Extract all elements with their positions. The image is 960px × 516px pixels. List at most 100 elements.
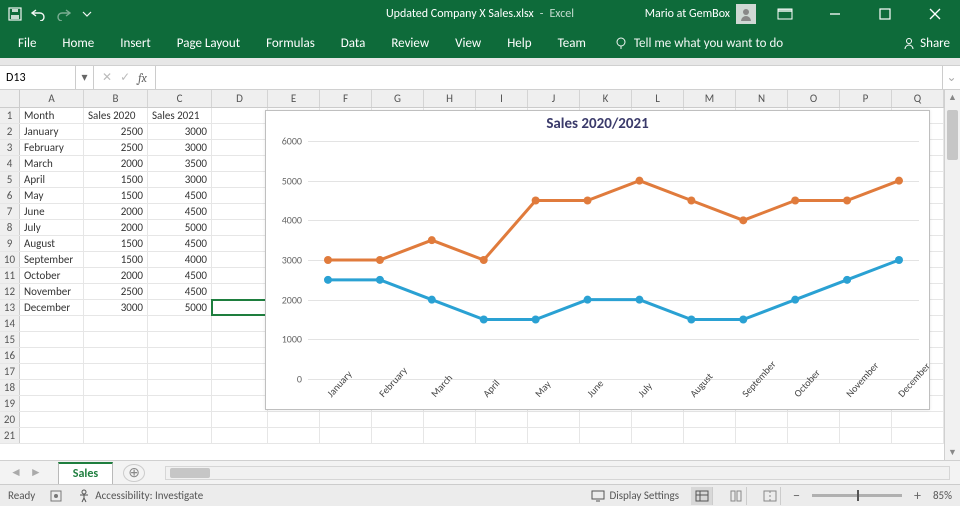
cell-J20[interactable] bbox=[528, 412, 580, 427]
close-icon[interactable] bbox=[914, 0, 956, 28]
hscroll-thumb[interactable] bbox=[170, 468, 210, 478]
cell-C2[interactable]: 3000 bbox=[148, 124, 212, 139]
zoom-slider[interactable] bbox=[812, 494, 902, 497]
cell-A15[interactable] bbox=[20, 332, 84, 347]
user-account[interactable]: Mario at GemBox bbox=[645, 4, 756, 24]
col-header-O[interactable]: O bbox=[788, 90, 840, 107]
row-header-20[interactable]: 20 bbox=[0, 412, 20, 427]
cell-A6[interactable]: May bbox=[20, 188, 84, 203]
cell-D16[interactable] bbox=[212, 348, 268, 363]
cell-A3[interactable]: February bbox=[20, 140, 84, 155]
row-header-8[interactable]: 8 bbox=[0, 220, 20, 235]
cell-D5[interactable] bbox=[212, 172, 268, 187]
col-header-Q[interactable]: Q bbox=[892, 90, 944, 107]
cell-C11[interactable]: 4500 bbox=[148, 268, 212, 283]
cell-B6[interactable]: 1500 bbox=[84, 188, 148, 203]
row-header-2[interactable]: 2 bbox=[0, 124, 20, 139]
redo-icon[interactable] bbox=[54, 5, 72, 23]
cell-K20[interactable] bbox=[580, 412, 632, 427]
sheet-tab-active[interactable]: Sales bbox=[58, 462, 113, 484]
undo-icon[interactable] bbox=[30, 5, 48, 23]
scroll-down-icon[interactable]: ▼ bbox=[945, 447, 960, 458]
cell-B16[interactable] bbox=[84, 348, 148, 363]
row-header-14[interactable]: 14 bbox=[0, 316, 20, 331]
fx-icon[interactable]: fx bbox=[138, 71, 147, 85]
page-layout-view-icon[interactable] bbox=[725, 487, 747, 505]
row-header-6[interactable]: 6 bbox=[0, 188, 20, 203]
cell-C8[interactable]: 5000 bbox=[148, 220, 212, 235]
row-header-12[interactable]: 12 bbox=[0, 284, 20, 299]
cell-D4[interactable] bbox=[212, 156, 268, 171]
cell-D10[interactable] bbox=[212, 252, 268, 267]
cell-B21[interactable] bbox=[84, 428, 148, 443]
tab-file[interactable]: File bbox=[10, 32, 44, 55]
chart-object[interactable]: Sales 2020/2021 010002000300040005000600… bbox=[265, 110, 930, 410]
cell-D1[interactable] bbox=[212, 108, 268, 123]
cell-C15[interactable] bbox=[148, 332, 212, 347]
col-header-E[interactable]: E bbox=[268, 90, 320, 107]
tab-page-layout[interactable]: Page Layout bbox=[169, 32, 248, 55]
cell-A9[interactable]: August bbox=[20, 236, 84, 251]
cell-D11[interactable] bbox=[212, 268, 268, 283]
cell-C14[interactable] bbox=[148, 316, 212, 331]
cell-D14[interactable] bbox=[212, 316, 268, 331]
col-header-A[interactable]: A bbox=[20, 90, 84, 107]
cell-C3[interactable]: 3000 bbox=[148, 140, 212, 155]
cell-D18[interactable] bbox=[212, 380, 268, 395]
row-header-4[interactable]: 4 bbox=[0, 156, 20, 171]
name-box-input[interactable] bbox=[0, 66, 75, 89]
col-header-G[interactable]: G bbox=[372, 90, 424, 107]
cell-B9[interactable]: 1500 bbox=[84, 236, 148, 251]
cell-B19[interactable] bbox=[84, 396, 148, 411]
cell-O20[interactable] bbox=[788, 412, 840, 427]
cell-C21[interactable] bbox=[148, 428, 212, 443]
cell-B7[interactable]: 2000 bbox=[84, 204, 148, 219]
cell-B5[interactable]: 1500 bbox=[84, 172, 148, 187]
share-button[interactable]: Share bbox=[902, 36, 950, 51]
macro-record-icon[interactable] bbox=[49, 489, 63, 503]
zoom-in-icon[interactable]: + bbox=[914, 487, 921, 504]
tab-team[interactable]: Team bbox=[550, 32, 594, 55]
cell-A4[interactable]: March bbox=[20, 156, 84, 171]
cell-B3[interactable]: 2500 bbox=[84, 140, 148, 155]
zoom-handle[interactable] bbox=[857, 490, 859, 501]
cell-D9[interactable] bbox=[212, 236, 268, 251]
row-header-10[interactable]: 10 bbox=[0, 252, 20, 267]
row-header-21[interactable]: 21 bbox=[0, 428, 20, 443]
select-all-cell[interactable] bbox=[0, 90, 20, 107]
ribbon-display-options-icon[interactable] bbox=[764, 0, 806, 28]
cell-A7[interactable]: June bbox=[20, 204, 84, 219]
cell-A11[interactable]: October bbox=[20, 268, 84, 283]
cell-C7[interactable]: 4500 bbox=[148, 204, 212, 219]
col-header-N[interactable]: N bbox=[736, 90, 788, 107]
col-header-K[interactable]: K bbox=[580, 90, 632, 107]
cell-C1[interactable]: Sales 2021 bbox=[148, 108, 212, 123]
zoom-level[interactable]: 85% bbox=[933, 489, 952, 502]
col-header-D[interactable]: D bbox=[212, 90, 268, 107]
enter-icon[interactable]: ✓ bbox=[120, 70, 130, 85]
cell-N21[interactable] bbox=[736, 428, 788, 443]
cell-L21[interactable] bbox=[632, 428, 684, 443]
col-header-I[interactable]: I bbox=[476, 90, 528, 107]
cell-I20[interactable] bbox=[476, 412, 528, 427]
cell-C20[interactable] bbox=[148, 412, 212, 427]
cell-A8[interactable]: July bbox=[20, 220, 84, 235]
cell-D3[interactable] bbox=[212, 140, 268, 155]
cell-B10[interactable]: 1500 bbox=[84, 252, 148, 267]
cell-A20[interactable] bbox=[20, 412, 84, 427]
cell-A21[interactable] bbox=[20, 428, 84, 443]
col-header-P[interactable]: P bbox=[840, 90, 892, 107]
cell-G21[interactable] bbox=[372, 428, 424, 443]
cell-P21[interactable] bbox=[840, 428, 892, 443]
cell-I21[interactable] bbox=[476, 428, 528, 443]
cell-N20[interactable] bbox=[736, 412, 788, 427]
row-header-7[interactable]: 7 bbox=[0, 204, 20, 219]
row-header-11[interactable]: 11 bbox=[0, 268, 20, 283]
name-box-dropdown-icon[interactable]: ▾ bbox=[76, 66, 94, 89]
tell-me-search[interactable]: Tell me what you want to do bbox=[614, 36, 783, 51]
scroll-up-icon[interactable]: ▲ bbox=[945, 92, 960, 103]
accessibility-status[interactable]: Accessibility: Investigate bbox=[77, 489, 203, 503]
cell-B14[interactable] bbox=[84, 316, 148, 331]
cell-P20[interactable] bbox=[840, 412, 892, 427]
cell-C4[interactable]: 3500 bbox=[148, 156, 212, 171]
